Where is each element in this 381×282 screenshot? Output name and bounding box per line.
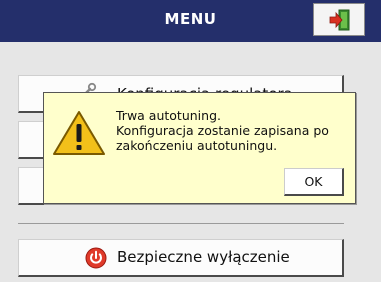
safe-shutdown-button[interactable]: Bezpieczne wyłączenie <box>18 239 344 277</box>
dialog-message: Trwa autotuning. Konfiguracja zostanie z… <box>116 108 329 153</box>
safe-shutdown-label: Bezpieczne wyłączenie <box>117 248 290 266</box>
exit-icon <box>329 9 350 31</box>
warning-icon <box>53 111 105 155</box>
menu-header: MENU <box>0 0 381 42</box>
ok-button[interactable]: OK <box>284 168 344 196</box>
autotuning-dialog: Trwa autotuning. Konfiguracja zostanie z… <box>43 92 356 204</box>
menu-divider <box>18 223 344 224</box>
power-icon <box>85 247 107 269</box>
exit-button[interactable] <box>313 3 365 36</box>
